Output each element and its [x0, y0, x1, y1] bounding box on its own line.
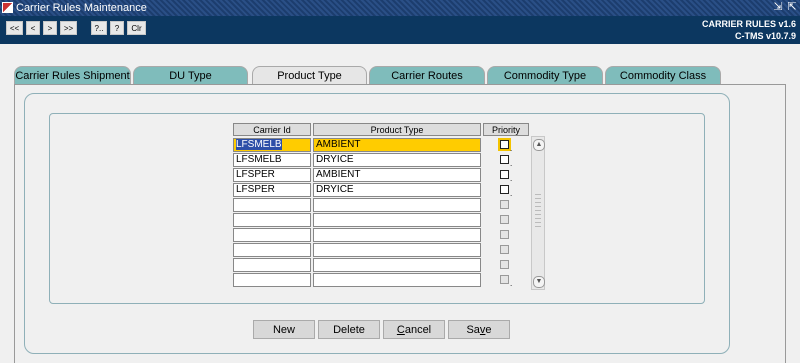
tab-commodity-type[interactable]: Commodity Type [487, 66, 603, 84]
carrier-id-cell[interactable]: LFSMELB [233, 153, 311, 167]
row-marker: . [510, 279, 513, 288]
tab-commodity-class[interactable]: Commodity Class [605, 66, 721, 84]
save-label-start: Sa [466, 324, 480, 336]
carrier-id-cell[interactable] [233, 243, 311, 257]
product-type-cell[interactable]: AMBIENT [313, 138, 481, 152]
carrier-id-header[interactable]: Carrier Id [233, 123, 311, 136]
cancel-access-key: C [396, 324, 405, 336]
priority-checkbox[interactable] [500, 185, 509, 194]
priority-checkbox[interactable] [498, 138, 511, 151]
platform-version: C-TMS v10.7.9 [734, 31, 796, 41]
delete-button[interactable]: Delete [318, 320, 380, 339]
title-bar: Carrier Rules Maintenance ⇲ ⇱ [0, 0, 800, 16]
product-type-cell[interactable] [313, 258, 481, 272]
carrier-id-cell[interactable] [233, 273, 311, 287]
table-scrollbar[interactable]: ▲ ▼ [531, 136, 545, 290]
product-type-cell[interactable]: DRYICE [313, 183, 481, 197]
product-type-cell[interactable] [313, 273, 481, 287]
save-label-end: e [485, 324, 492, 336]
carrier-id-value: LFSMELB [236, 139, 282, 150]
carrier-id-cell[interactable]: LFSPER [233, 168, 311, 182]
save-button[interactable]: Save [448, 320, 510, 339]
new-button[interactable]: New [253, 320, 315, 339]
row-marker: . [510, 174, 513, 183]
row-marker: . [510, 159, 513, 168]
scroll-up-icon[interactable]: ▲ [533, 139, 545, 151]
restore-icon[interactable]: ⇱ [786, 1, 798, 14]
scroll-thumb[interactable] [535, 191, 541, 227]
row-marker: . [510, 189, 513, 198]
product-type-cell[interactable] [313, 198, 481, 212]
priority-checkbox[interactable] [500, 215, 509, 224]
carrier-id-cell[interactable] [233, 258, 311, 272]
app-version: CARRIER RULES v1.6 [701, 19, 796, 29]
priority-checkbox[interactable] [500, 260, 509, 269]
tab-carrier-routes-services[interactable]: Carrier Routes Services [369, 66, 485, 100]
clear-button[interactable]: Clr [127, 21, 146, 35]
priority-checkbox[interactable] [500, 200, 509, 209]
row-marker: . [510, 144, 513, 153]
priority-checkbox[interactable] [500, 170, 509, 179]
priority-checkbox[interactable] [500, 230, 509, 239]
last-record-button[interactable]: >> [60, 21, 77, 35]
help-button[interactable]: ? [110, 21, 124, 35]
scroll-down-icon[interactable]: ▼ [533, 276, 545, 288]
window-title: Carrier Rules Maintenance [16, 2, 147, 14]
cancel-label: ancel [404, 324, 432, 336]
minimize-icon[interactable]: ⇲ [772, 1, 784, 14]
carrier-id-cell[interactable] [233, 213, 311, 227]
product-type-cell[interactable] [313, 243, 481, 257]
priority-checkbox[interactable] [500, 155, 509, 164]
next-record-button[interactable]: > [43, 21, 57, 35]
product-type-header[interactable]: Product Type [313, 123, 481, 136]
priority-checkbox[interactable] [500, 245, 509, 254]
product-type-cell[interactable] [313, 213, 481, 227]
carrier-id-cell[interactable]: LFSPER [233, 183, 311, 197]
priority-header[interactable]: Priority [483, 123, 529, 136]
first-record-button[interactable]: << [6, 21, 23, 35]
tab-carrier-rules-shipment[interactable]: Carrier Rules Shipment [14, 66, 131, 84]
carrier-id-cell[interactable]: LFSMELB [233, 138, 311, 152]
tab-du-type[interactable]: DU Type [133, 66, 248, 84]
tab-product-type[interactable]: Product Type [252, 66, 367, 84]
product-type-cell[interactable]: AMBIENT [313, 168, 481, 182]
product-type-cell[interactable]: DRYICE [313, 153, 481, 167]
query-button[interactable]: ?.. [91, 21, 107, 35]
carrier-id-cell[interactable] [233, 228, 311, 242]
carrier-id-cell[interactable] [233, 198, 311, 212]
app-icon [2, 2, 13, 13]
product-type-cell[interactable] [313, 228, 481, 242]
priority-checkbox[interactable] [500, 275, 509, 284]
cancel-button[interactable]: Cancel [383, 320, 445, 339]
previous-record-button[interactable]: < [26, 21, 40, 35]
